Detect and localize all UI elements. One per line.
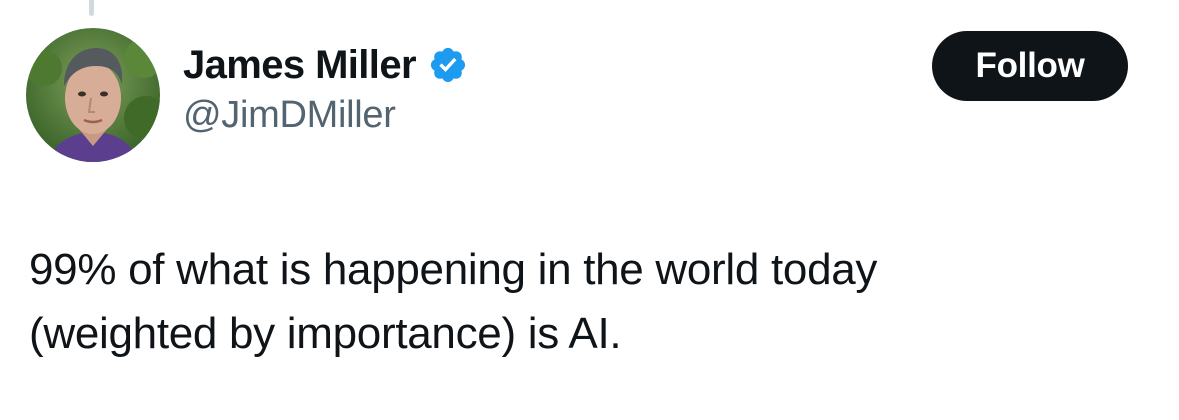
author-display-name[interactable]: James Miller [183, 43, 417, 88]
author-handle[interactable]: @JimDMiller [183, 94, 468, 137]
verified-badge-icon[interactable] [428, 45, 468, 85]
author-info: James Miller @JimDMiller [183, 40, 468, 137]
avatar[interactable] [26, 28, 160, 162]
author-name-row: James Miller [183, 40, 468, 90]
avatar-photo [26, 28, 160, 162]
thread-connector-line [89, 0, 94, 16]
tweet-text: 99% of what is happening in the world to… [29, 238, 1139, 366]
tweet-text-line-1: 99% of what is happening in the world to… [29, 245, 878, 294]
follow-button[interactable]: Follow [932, 31, 1128, 101]
tweet-text-line-2: (weighted by importance) is AI. [29, 309, 622, 358]
